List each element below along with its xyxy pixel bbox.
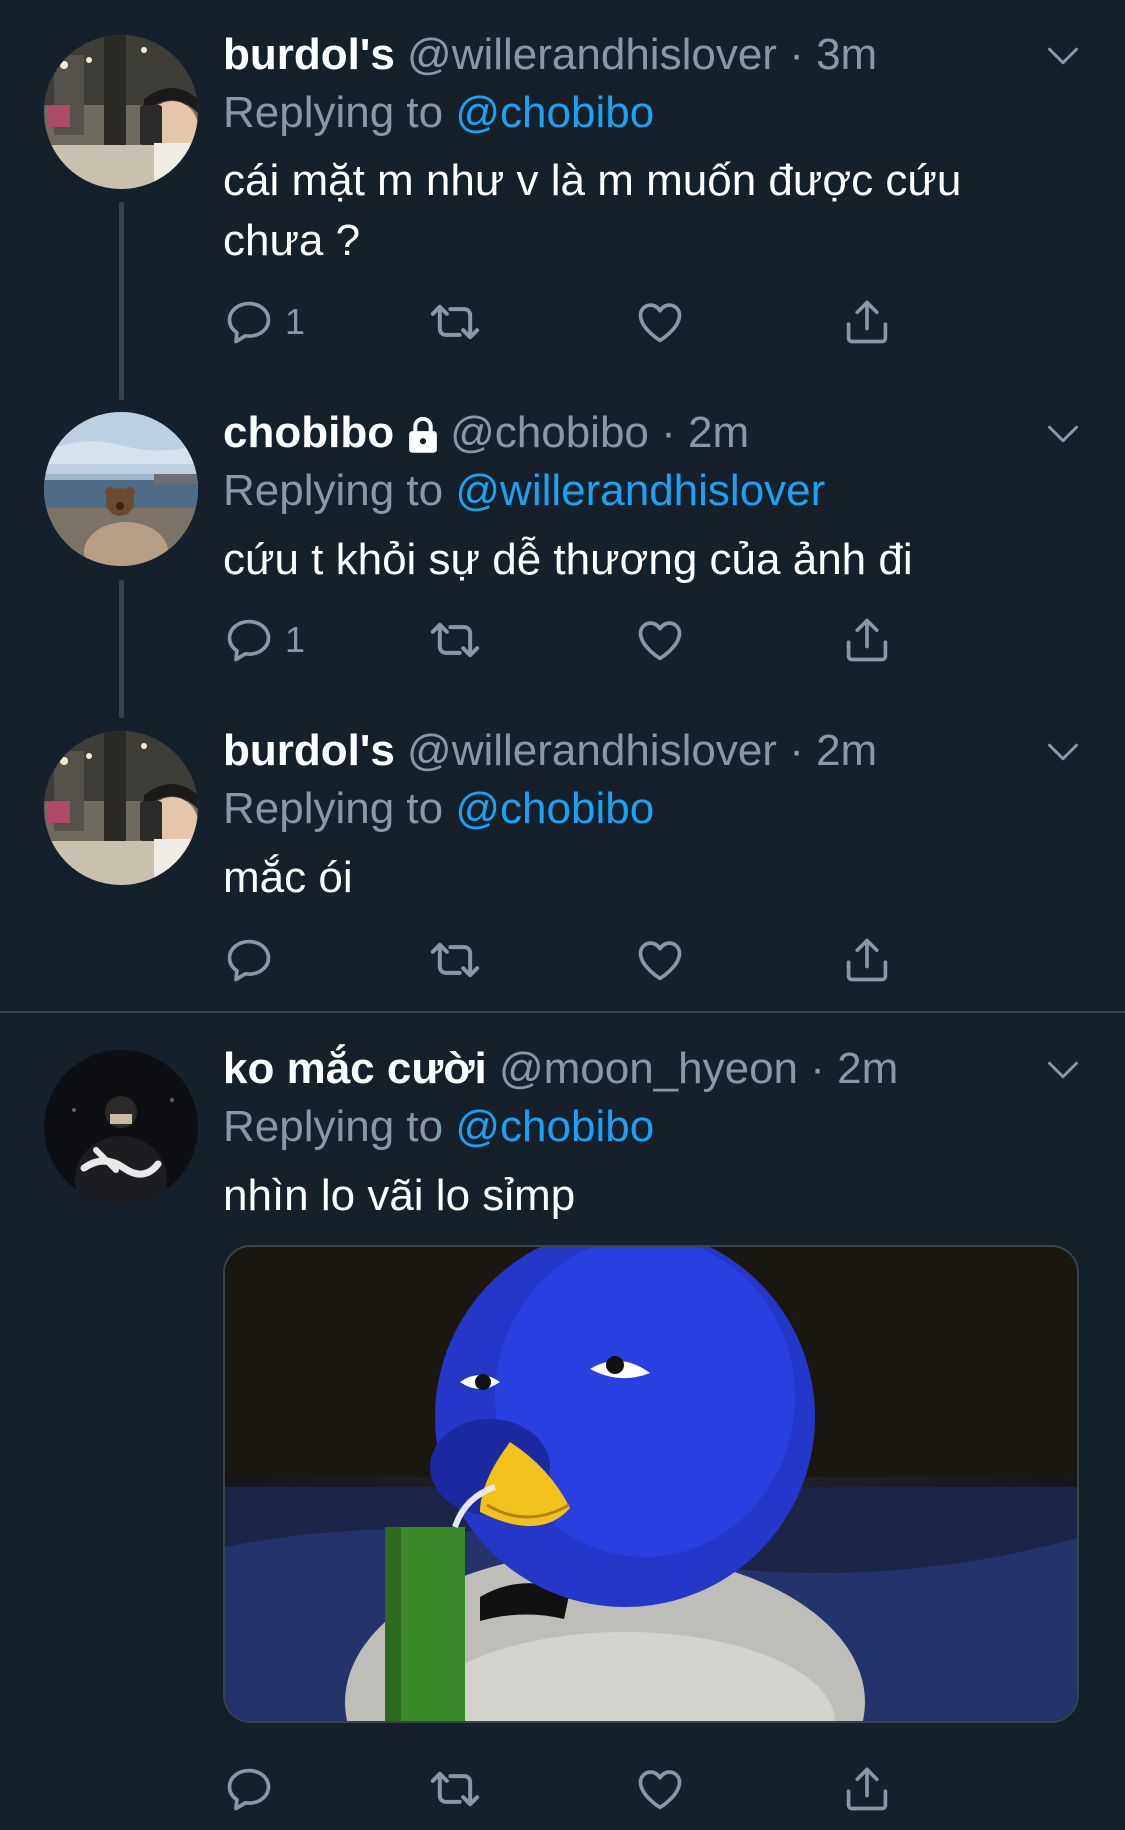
- replying-to-prefix: Replying to: [223, 1102, 444, 1151]
- tweet-actions: 1: [223, 292, 903, 352]
- tweet-header: chobibo @chobibo · 2m: [223, 404, 749, 462]
- reply-button[interactable]: [223, 930, 275, 990]
- reply-icon: [223, 1763, 275, 1815]
- user-handle[interactable]: @willerandhislover: [407, 30, 777, 79]
- display-name[interactable]: ko mắc cười: [223, 1044, 487, 1093]
- reply-count: 1: [285, 619, 306, 660]
- separator-dot: ·: [789, 30, 804, 79]
- tweet-text-line: chưa ?: [223, 216, 361, 265]
- replying-to-prefix: Replying to: [223, 466, 444, 515]
- reply-count: 1: [285, 301, 306, 342]
- replying-to-link[interactable]: @chobibo: [455, 1102, 654, 1151]
- chevron-down-icon[interactable]: [1045, 1052, 1081, 1088]
- like-button[interactable]: [634, 610, 686, 670]
- tweet-text: cái mặt m như v là m muốn được cứu chưa …: [223, 151, 1063, 271]
- separator-dot: ·: [810, 1044, 825, 1093]
- chevron-down-icon[interactable]: [1045, 734, 1081, 770]
- reply-button[interactable]: [223, 1759, 275, 1819]
- tweet-header: ko mắc cười @moon_hyeon · 2m: [223, 1040, 898, 1098]
- reply-button[interactable]: 1: [223, 610, 305, 670]
- reply-icon: [223, 614, 275, 666]
- tweet-header: burdol's @willerandhislover · 3m: [223, 26, 877, 84]
- retweet-button[interactable]: [427, 292, 483, 352]
- penguin-image: [225, 1247, 1077, 1721]
- retweet-button[interactable]: [427, 610, 483, 670]
- display-name[interactable]: chobibo: [223, 408, 394, 457]
- replying-to: Replying to @willerandhislover: [223, 462, 825, 520]
- avatar[interactable]: [44, 412, 198, 566]
- replying-to-link[interactable]: @chobibo: [455, 784, 654, 833]
- tweet-divider: [0, 1011, 1125, 1013]
- replying-to-prefix: Replying to: [223, 784, 444, 833]
- user-handle[interactable]: @willerandhislover: [407, 726, 777, 775]
- replying-to-prefix: Replying to: [223, 88, 444, 137]
- chevron-down-icon[interactable]: [1045, 38, 1081, 74]
- display-name[interactable]: burdol's: [223, 30, 395, 79]
- replying-to-link[interactable]: @willerandhislover: [455, 466, 825, 515]
- replying-to-link[interactable]: @chobibo: [455, 88, 654, 137]
- tweet-actions: [223, 930, 903, 990]
- share-icon: [841, 614, 893, 666]
- retweet-icon: [427, 932, 483, 988]
- timestamp[interactable]: 3m: [816, 30, 877, 79]
- separator-dot: ·: [661, 408, 676, 457]
- tweet-text: nhìn lo vãi lo sỉmp: [223, 1166, 1063, 1226]
- share-button[interactable]: [841, 930, 893, 990]
- replying-to: Replying to @chobibo: [223, 780, 654, 838]
- share-button[interactable]: [841, 292, 893, 352]
- timestamp[interactable]: 2m: [816, 726, 877, 775]
- retweet-button[interactable]: [427, 930, 483, 990]
- retweet-icon: [427, 612, 483, 668]
- share-button[interactable]: [841, 610, 893, 670]
- tweet-text-line: cái mặt m như v là m muốn được cứu: [223, 156, 962, 205]
- thread-connector: [119, 580, 124, 718]
- heart-icon: [634, 934, 686, 986]
- share-icon: [841, 934, 893, 986]
- heart-icon: [634, 1763, 686, 1815]
- replying-to: Replying to @chobibo: [223, 84, 654, 142]
- replying-to: Replying to @chobibo: [223, 1098, 654, 1156]
- tweet-text: mắc ói: [223, 848, 1063, 908]
- heart-icon: [634, 296, 686, 348]
- tweet-text-line: mắc ói: [223, 853, 353, 902]
- like-button[interactable]: [634, 1759, 686, 1819]
- tweet-text: cứu t khỏi sự dễ thương của ảnh đi: [223, 530, 1063, 590]
- tweet-actions: 1: [223, 610, 903, 670]
- retweet-icon: [427, 1761, 483, 1817]
- display-name[interactable]: burdol's: [223, 726, 395, 775]
- reply-icon: [223, 296, 275, 348]
- thread-connector: [119, 202, 124, 400]
- retweet-button[interactable]: [427, 1759, 483, 1819]
- share-button[interactable]: [841, 1759, 893, 1819]
- avatar[interactable]: [44, 35, 198, 189]
- tweet-text-line: cứu t khỏi sự dễ thương của ảnh đi: [223, 535, 913, 584]
- reply-icon: [223, 934, 275, 986]
- retweet-icon: [427, 294, 483, 350]
- lock-icon: [409, 417, 437, 454]
- user-handle[interactable]: @moon_hyeon: [499, 1044, 798, 1093]
- tweet-text-line: nhìn lo vãi lo sỉmp: [223, 1171, 576, 1220]
- user-handle[interactable]: @chobibo: [450, 408, 649, 457]
- like-button[interactable]: [634, 930, 686, 990]
- like-button[interactable]: [634, 292, 686, 352]
- reply-button[interactable]: 1: [223, 292, 305, 352]
- tweet-actions: [223, 1759, 903, 1819]
- timestamp[interactable]: 2m: [688, 408, 749, 457]
- timestamp[interactable]: 2m: [837, 1044, 898, 1093]
- share-icon: [841, 1763, 893, 1815]
- avatar[interactable]: [44, 731, 198, 885]
- chevron-down-icon[interactable]: [1045, 416, 1081, 452]
- tweet-media-image[interactable]: [223, 1245, 1079, 1723]
- share-icon: [841, 296, 893, 348]
- tweet-header: burdol's @willerandhislover · 2m: [223, 722, 877, 780]
- separator-dot: ·: [789, 726, 804, 775]
- heart-icon: [634, 614, 686, 666]
- avatar[interactable]: [44, 1050, 198, 1204]
